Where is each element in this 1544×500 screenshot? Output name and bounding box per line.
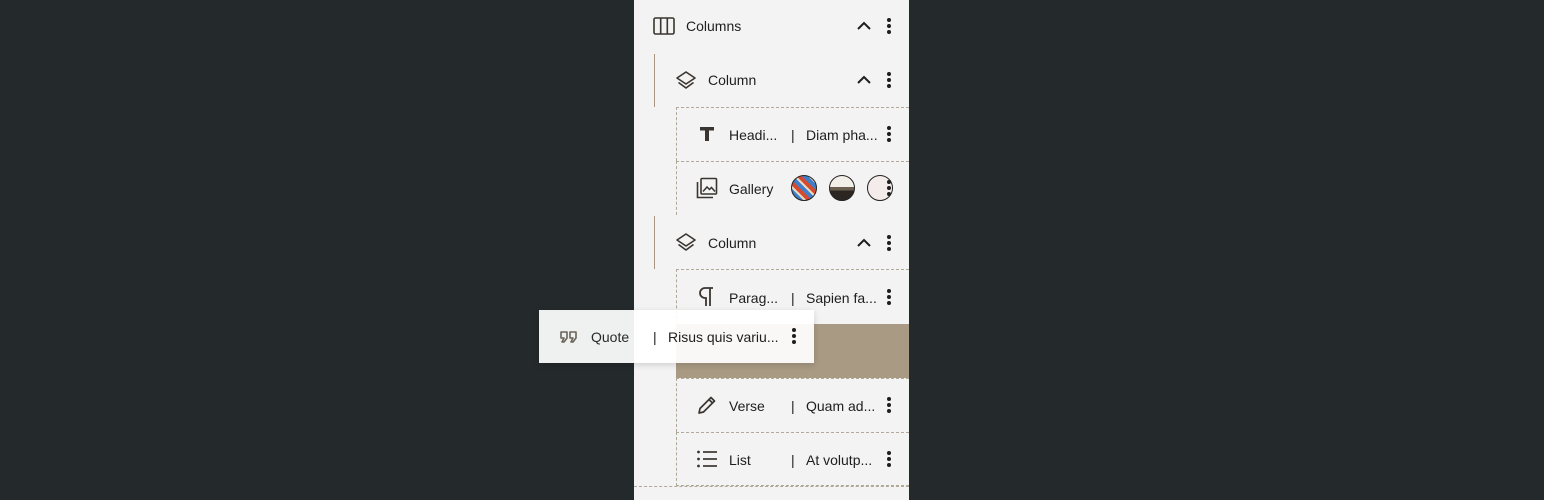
chevron-up-icon[interactable] <box>854 70 874 90</box>
separator: | <box>791 398 795 414</box>
list-item-label: Quote <box>591 329 630 345</box>
list-item-column[interactable]: Column <box>634 216 909 270</box>
list-item-verse[interactable]: Verse | Quam ad... <box>676 378 909 432</box>
block-excerpt: At volutp... <box>806 452 873 468</box>
list-item-label: List <box>729 452 751 468</box>
gallery-thumbnail <box>791 175 817 201</box>
list-item-label: Verse <box>729 398 765 414</box>
quote-icon <box>557 325 581 349</box>
options-menu-icon[interactable] <box>886 287 892 307</box>
columns-icon <box>652 14 676 38</box>
block-excerpt: Quam ad... <box>806 398 876 414</box>
pencil-icon <box>695 393 719 417</box>
options-menu-icon[interactable] <box>886 124 892 144</box>
options-menu-icon[interactable] <box>886 233 892 253</box>
list-item-label: Column <box>708 72 757 88</box>
options-menu-icon[interactable] <box>791 326 797 346</box>
list-icon <box>695 447 719 471</box>
options-menu-icon[interactable] <box>886 178 892 198</box>
list-bottom-divider <box>634 486 909 487</box>
block-excerpt: Diam pha... <box>806 127 878 143</box>
list-item-label: Columns <box>686 18 742 34</box>
separator: | <box>791 127 795 143</box>
stack-icon <box>674 231 698 255</box>
chevron-up-icon[interactable] <box>854 233 874 253</box>
list-item-label: Parag... <box>729 290 779 306</box>
options-menu-icon[interactable] <box>886 16 892 36</box>
separator: | <box>791 452 795 468</box>
chevron-up-icon[interactable] <box>854 16 874 36</box>
drag-preview-quote[interactable]: Quote | Risus quis variu... <box>539 310 814 363</box>
heading-icon <box>695 122 719 146</box>
separator: | <box>653 329 657 345</box>
paragraph-icon <box>695 285 719 309</box>
options-menu-icon[interactable] <box>886 70 892 90</box>
list-item-label: Headi... <box>729 127 778 143</box>
list-item-list[interactable]: List | At volutp... <box>676 432 909 486</box>
list-item-gallery[interactable]: Gallery <box>676 161 909 215</box>
options-menu-icon[interactable] <box>886 395 892 415</box>
block-excerpt: Risus quis variu... <box>668 329 779 345</box>
options-menu-icon[interactable] <box>886 449 892 469</box>
list-item-columns[interactable]: Columns <box>634 0 909 54</box>
gallery-icon <box>695 176 719 200</box>
block-excerpt: Sapien fa... <box>806 290 877 306</box>
gallery-thumbnail <box>829 175 855 201</box>
list-item-heading[interactable]: Headi... | Diam pha... <box>676 107 909 161</box>
list-view-panel: Columns Column Headi... | Diam pha... Ga… <box>634 0 909 500</box>
separator: | <box>791 290 795 306</box>
list-item-label: Gallery <box>729 181 774 197</box>
list-item-label: Column <box>708 235 757 251</box>
list-item-column[interactable]: Column <box>634 54 909 108</box>
stack-icon <box>674 69 698 93</box>
